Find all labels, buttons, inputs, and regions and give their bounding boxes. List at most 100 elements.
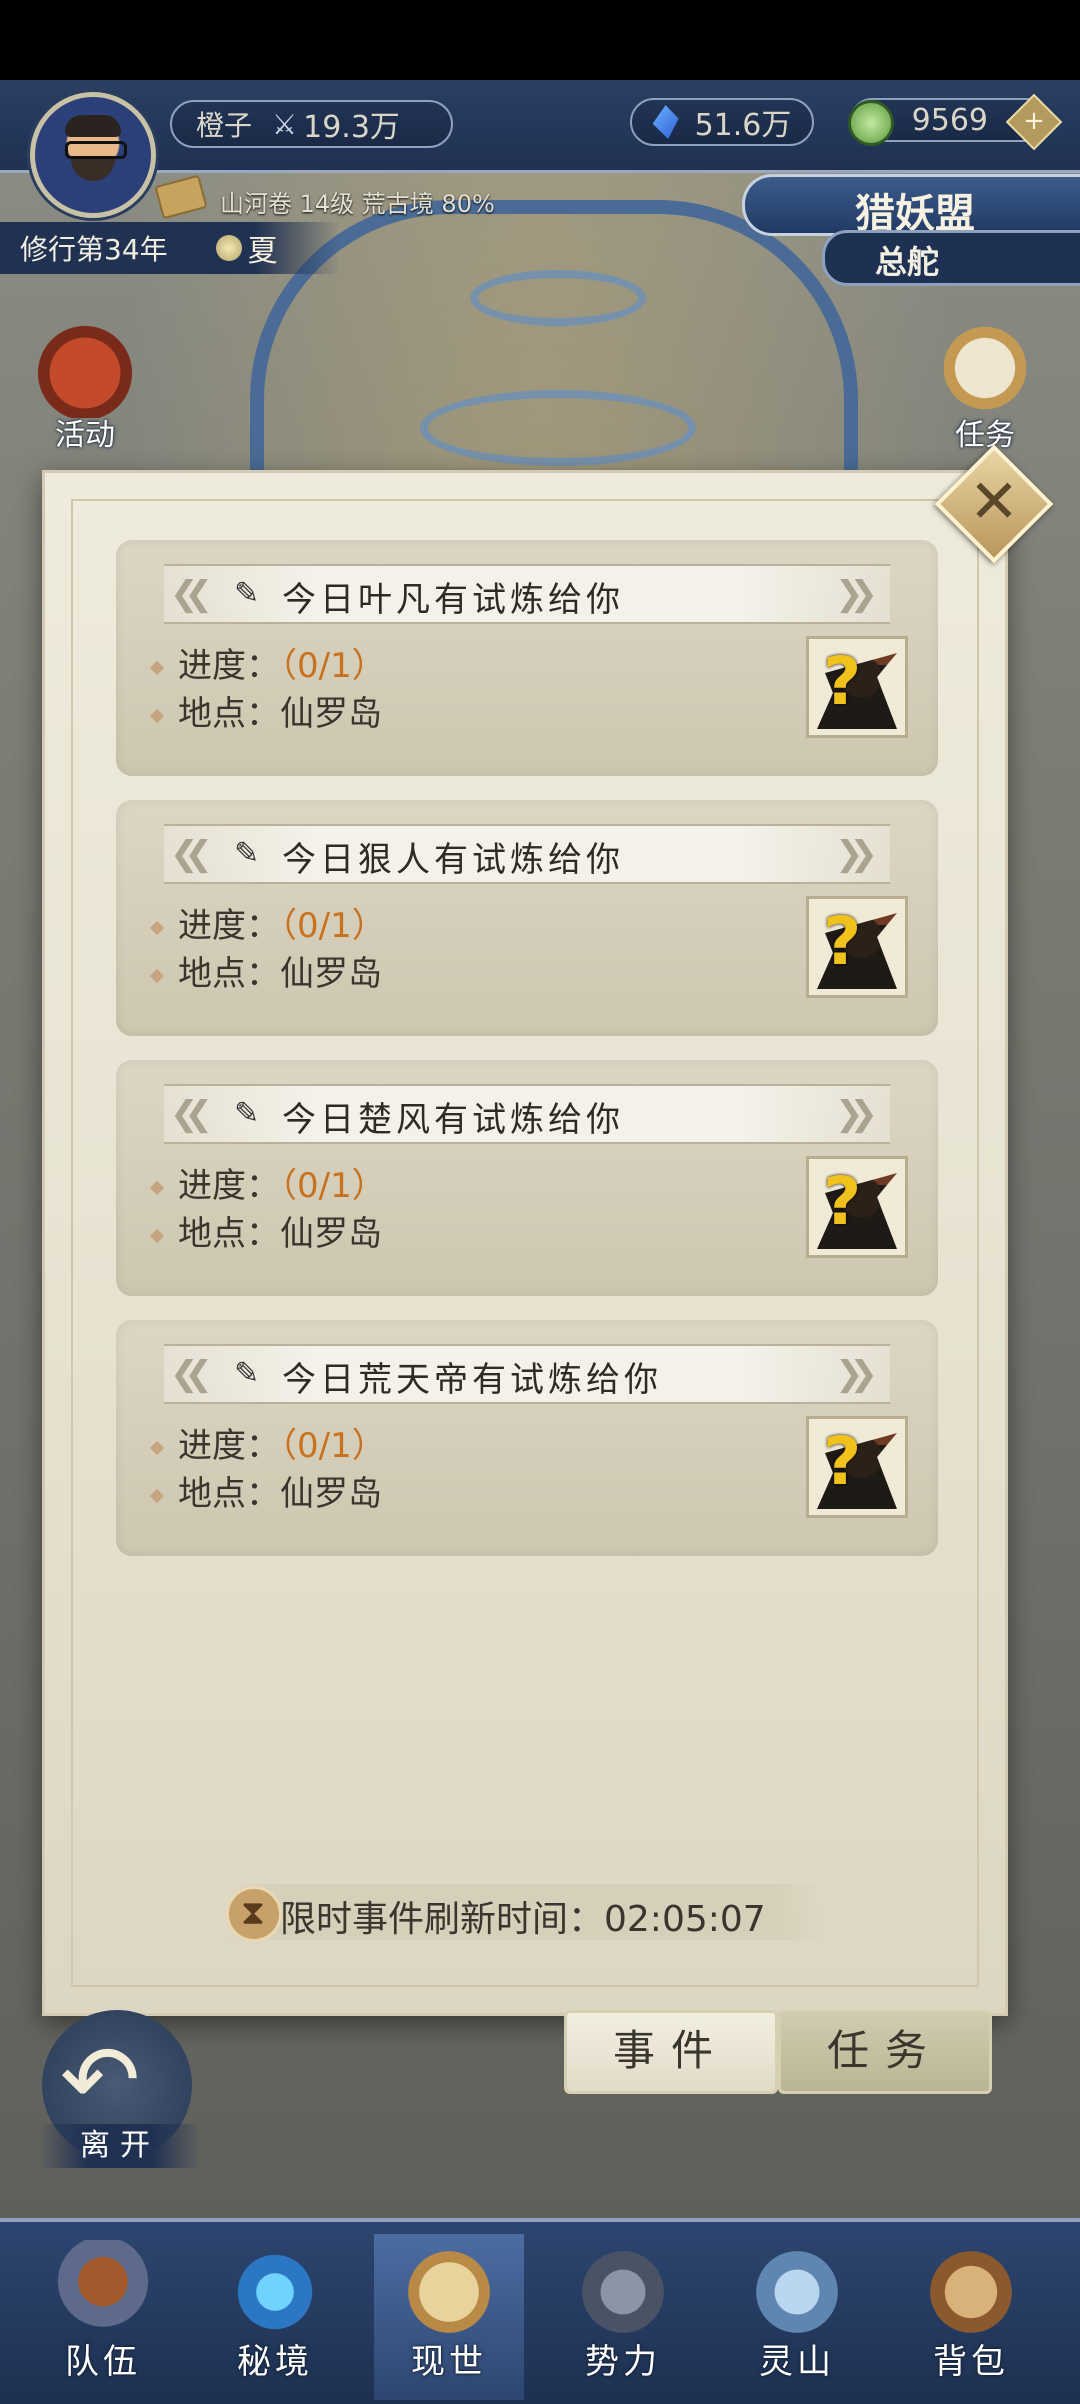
jade-icon xyxy=(848,100,894,146)
progress-row: 进度：（0/1） xyxy=(149,638,386,687)
return-arrow-icon: ↶ xyxy=(60,2024,141,2136)
nav-label: 秘境 xyxy=(237,2342,313,2382)
chevron-left-icon: ❮❮ xyxy=(170,834,213,874)
map-icon xyxy=(397,2240,501,2344)
quill-icon: ✎ xyxy=(234,836,260,871)
team-icon xyxy=(51,2240,155,2344)
nav-label: 灵山 xyxy=(759,2342,835,2382)
player-info-pill[interactable]: 橙子 ⚔ 19.3万 xyxy=(170,100,453,148)
chevron-right-icon: ❯❯ xyxy=(835,1354,878,1394)
leave-label: 离开 xyxy=(40,2124,200,2168)
plus-icon: + xyxy=(1023,106,1045,136)
chevron-left-icon: ❮❮ xyxy=(170,1094,213,1134)
task-scroll-icon xyxy=(930,318,1040,418)
crystal-icon xyxy=(652,105,679,139)
location-value: 仙罗岛 xyxy=(280,694,382,734)
crystal-value: 51.6万 xyxy=(694,108,792,143)
event-title: 今日楚风有试炼给你 xyxy=(282,1100,624,1140)
location-value: 仙罗岛 xyxy=(280,1474,382,1514)
event-card[interactable]: ❮❮ ✎ 今日狠人有试炼给你 ❯❯ 进度：（0/1） 地点：仙罗岛 ? xyxy=(116,800,938,1036)
nav-label: 背包 xyxy=(933,2342,1009,2382)
quill-icon: ✎ xyxy=(234,576,260,611)
hourglass-icon: ⧗ xyxy=(226,1886,282,1942)
progress-label: 进度： xyxy=(178,646,280,686)
combat-power-icon: ⚔ xyxy=(272,107,298,141)
nav-spirit-mountain[interactable]: 灵山 xyxy=(722,2234,872,2400)
progress-row: 进度：（0/1） xyxy=(149,898,386,947)
mystery-character-icon[interactable]: ? xyxy=(806,1416,908,1518)
progress-value: （0/1） xyxy=(280,1426,386,1466)
quill-icon: ✎ xyxy=(234,1096,260,1131)
nav-secret-realm[interactable]: 秘境 xyxy=(200,2234,350,2400)
jade-value: 9569 xyxy=(911,102,988,138)
refresh-timer-text: 限时事件刷新时间：02:05:07 xyxy=(280,1899,766,1940)
progress-value: （0/1） xyxy=(280,646,386,686)
progress-label: 进度： xyxy=(178,1426,280,1466)
crystal-currency[interactable]: 51.6万 xyxy=(630,98,814,146)
location-value: 仙罗岛 xyxy=(280,954,382,994)
event-card[interactable]: ❮❮ ✎ 今日叶凡有试炼给你 ❯❯ 进度：（0/1） 地点：仙罗岛 ? xyxy=(116,540,938,776)
nav-world[interactable]: 现世 xyxy=(374,2234,524,2400)
mystery-character-icon[interactable]: ? xyxy=(806,636,908,738)
event-card[interactable]: ❮❮ ✎ 今日荒天帝有试炼给你 ❯❯ 进度：（0/1） 地点：仙罗岛 ? xyxy=(116,1320,938,1556)
chevron-left-icon: ❮❮ xyxy=(170,1354,213,1394)
mystery-character-icon[interactable]: ? xyxy=(806,896,908,998)
bottom-nav: 队伍 秘境 现世 势力 灵山 背包 xyxy=(0,2218,1080,2404)
progress-value: （0/1） xyxy=(280,906,386,946)
combat-power-value: 19.3万 xyxy=(303,110,400,145)
event-card[interactable]: ❮❮ ✎ 今日楚风有试炼给你 ❯❯ 进度：（0/1） 地点：仙罗岛 ? xyxy=(116,1060,938,1296)
location-row: 地点：仙罗岛 xyxy=(149,1206,382,1255)
event-card-header: ❮❮ ✎ 今日楚风有试炼给你 ❯❯ xyxy=(164,1084,890,1144)
quill-icon: ✎ xyxy=(234,1356,260,1391)
treasure-chest-icon xyxy=(30,318,140,418)
location-label: 地点： xyxy=(178,954,280,994)
location-row: 地点：仙罗岛 xyxy=(149,1466,382,1515)
halo-ring xyxy=(470,270,646,326)
backpack-icon xyxy=(919,2240,1023,2344)
chevron-right-icon: ❯❯ xyxy=(835,1094,878,1134)
location-label: 地点： xyxy=(178,1214,280,1254)
progress-row: 进度：（0/1） xyxy=(149,1158,386,1207)
location-label: 地点： xyxy=(178,1474,280,1514)
chevron-right-icon: ❯❯ xyxy=(835,574,878,614)
event-title: 今日叶凡有试炼给你 xyxy=(282,580,624,620)
tab-task[interactable]: 任务 xyxy=(778,2010,992,2094)
cultivation-year: 修行第34年 xyxy=(20,233,168,266)
event-card-header: ❮❮ ✎ 今日荒天帝有试炼给你 ❯❯ xyxy=(164,1344,890,1404)
player-name: 橙子 xyxy=(196,109,253,142)
progress-label: 进度： xyxy=(178,906,280,946)
league-banner[interactable]: 猎妖盟 总舵 xyxy=(742,174,1080,286)
halo-ring-lower xyxy=(420,390,696,466)
task-side-label: 任务 xyxy=(955,418,1015,453)
nav-team[interactable]: 队伍 xyxy=(28,2234,178,2400)
temple-icon xyxy=(571,2240,675,2344)
player-avatar[interactable] xyxy=(30,92,156,218)
location-value: 仙罗岛 xyxy=(280,1214,382,1254)
nav-faction[interactable]: 势力 xyxy=(548,2234,698,2400)
close-icon: ✕ xyxy=(968,467,1020,537)
mystery-character-icon[interactable]: ? xyxy=(806,1156,908,1258)
chevron-right-icon: ❯❯ xyxy=(835,834,878,874)
nav-label: 队伍 xyxy=(65,2342,141,2382)
progress-label: 进度： xyxy=(178,1166,280,1206)
location-row: 地点：仙罗岛 xyxy=(149,686,382,735)
nav-label: 现世 xyxy=(411,2342,487,2382)
nav-backpack[interactable]: 背包 xyxy=(896,2234,1046,2400)
nav-label: 势力 xyxy=(585,2342,661,2382)
activity-label: 活动 xyxy=(55,418,115,453)
season-icon xyxy=(215,235,242,261)
location-label: 地点： xyxy=(178,694,280,734)
chevron-left-icon: ❮❮ xyxy=(170,574,213,614)
event-title: 今日狠人有试炼给你 xyxy=(282,840,624,880)
jade-currency[interactable]: 9569 + xyxy=(848,93,1063,151)
mountain-icon xyxy=(745,2240,849,2344)
location-row: 地点：仙罗岛 xyxy=(149,946,382,995)
event-card-header: ❮❮ ✎ 今日叶凡有试炼给你 ❯❯ xyxy=(164,564,890,624)
tab-event[interactable]: 事件 xyxy=(564,2010,778,2094)
event-title: 今日荒天帝有试炼给你 xyxy=(282,1360,662,1400)
progress-value: （0/1） xyxy=(280,1166,386,1206)
task-side-button[interactable]: 任务 xyxy=(930,318,1040,454)
league-subtitle: 总舵 xyxy=(875,243,940,281)
refresh-timer: ⧗ 限时事件刷新时间：02:05:07 xyxy=(226,1884,826,1942)
activity-button[interactable]: 活动 xyxy=(30,318,140,454)
